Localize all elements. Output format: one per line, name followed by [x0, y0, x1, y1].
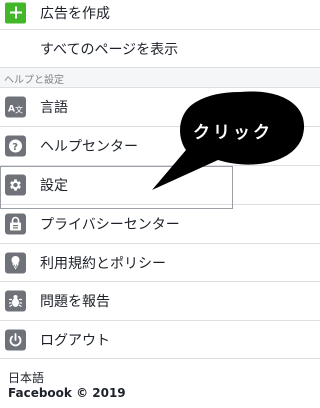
power-icon	[5, 329, 26, 350]
shield-icon: M	[5, 252, 26, 273]
translate-icon: A 文	[5, 96, 26, 118]
menu-item-terms[interactable]: M 利用規約とポリシー	[0, 244, 320, 282]
menu-item-label: ヘルプセンター	[40, 139, 138, 155]
svg-text:A: A	[8, 104, 15, 114]
footer-copyright: Facebook © 2019	[8, 386, 126, 400]
section-header-help-settings: ヘルプと設定	[0, 68, 320, 88]
menu-item-report-problem[interactable]: 問題を報告	[0, 282, 320, 321]
svg-text:?: ?	[12, 142, 18, 153]
menu-item-privacy-center[interactable]: プライバシーセンター	[0, 205, 320, 244]
question-icon: ?	[5, 135, 26, 157]
menu-item-label: ログアウト	[40, 332, 110, 349]
menu-item-label: 設定	[40, 178, 68, 194]
bug-icon	[5, 290, 26, 312]
menu-item-view-all-pages[interactable]: すべてのページを表示	[0, 30, 320, 68]
gear-icon	[5, 174, 26, 196]
footer-language-link[interactable]: 日本語	[8, 369, 44, 386]
plus-icon	[5, 2, 26, 23]
menu-item-settings[interactable]: 設定	[0, 166, 320, 205]
menu-item-label: すべてのページを表示	[40, 41, 179, 58]
menu-item-label: 利用規約とポリシー	[40, 255, 166, 272]
lock-icon	[5, 213, 26, 235]
menu-item-label: 問題を報告	[40, 294, 110, 310]
menu-item-label: プライバシーセンター	[40, 217, 180, 233]
svg-text:M: M	[13, 265, 17, 271]
menu-item-create-ad[interactable]: 広告を作成	[0, 0, 320, 30]
menu-item-logout[interactable]: ログアウト	[0, 321, 320, 359]
click-callout-text: クリック	[193, 123, 273, 143]
menu-item-label: 言語	[40, 100, 68, 116]
menu-item-label: 広告を作成	[40, 5, 110, 22]
svg-text:文: 文	[15, 104, 23, 114]
section-header-label: ヘルプと設定	[4, 75, 64, 86]
